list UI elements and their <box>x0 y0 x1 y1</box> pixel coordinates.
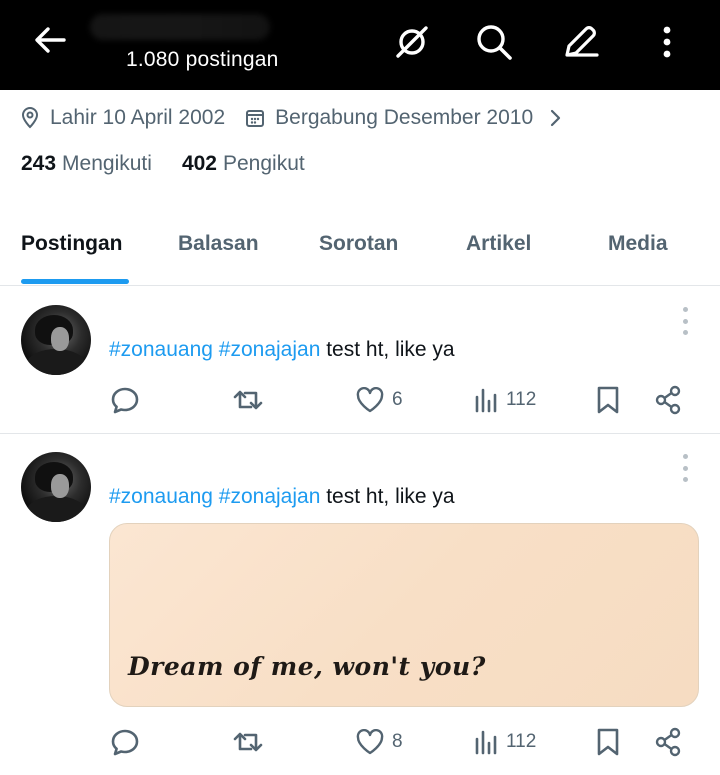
post-actions: 8 112 <box>0 724 720 760</box>
active-tab-indicator <box>21 279 129 284</box>
blurred-display-name <box>90 14 270 40</box>
edit-profile-button[interactable] <box>558 20 602 64</box>
edit-icon <box>565 26 599 57</box>
followers-label: Pengikut <box>222 152 305 175</box>
no-sync-button[interactable] <box>390 20 434 64</box>
post-actions: 6 112 <box>0 382 720 418</box>
like-count: 6 <box>392 389 403 410</box>
repost-icon <box>233 390 263 410</box>
views-chart-icon <box>475 730 497 755</box>
join-date: Bergabung Desember 2010 <box>245 106 533 130</box>
birth-date: Lahir 10 April 2002 <box>20 106 225 130</box>
post-item[interactable]: #zonauang #zonajajan test ht, like ya Dr… <box>0 434 720 775</box>
views-button[interactable]: 112 <box>474 724 536 760</box>
views-button[interactable]: 112 <box>474 382 536 418</box>
expand-meta-button[interactable] <box>549 108 561 128</box>
birth-date-text: Lahir 10 April 2002 <box>50 106 226 129</box>
hashtag-link[interactable]: #zonauang <box>109 485 213 508</box>
join-date-text: Bergabung Desember 2010 <box>275 106 534 129</box>
heart-icon <box>356 729 384 755</box>
share-button[interactable] <box>654 724 682 760</box>
avatar[interactable] <box>21 305 91 375</box>
following-link[interactable]: 243 Mengikuti <box>21 152 152 176</box>
media-quote-text: Dream of me, won't you? <box>128 652 486 681</box>
tab-media[interactable]: Media <box>608 232 668 256</box>
followers-count: 402 <box>181 152 217 175</box>
search-icon <box>477 25 512 60</box>
more-options-button[interactable] <box>645 20 689 64</box>
profile-meta-row: Lahir 10 April 2002 Bergabung Desember 2… <box>20 100 561 136</box>
view-count: 112 <box>506 389 537 410</box>
view-count: 112 <box>506 731 537 752</box>
views-chart-icon <box>475 388 497 413</box>
profile-tabs: Postingan Balasan Sorotan Artikel Media <box>0 220 720 286</box>
share-icon <box>655 727 681 757</box>
reply-icon <box>111 729 139 756</box>
tab-balasan[interactable]: Balasan <box>178 232 259 256</box>
post-text: #zonauang #zonajajan test ht, like ya <box>109 485 455 509</box>
share-icon <box>655 385 681 415</box>
tab-artikel[interactable]: Artikel <box>466 232 531 256</box>
like-button[interactable]: 6 <box>356 382 403 418</box>
search-button[interactable] <box>472 20 516 64</box>
share-button[interactable] <box>654 382 682 418</box>
hashtag-link[interactable]: #zonajajan <box>219 338 321 361</box>
bookmark-icon <box>597 728 619 756</box>
tab-sorotan[interactable]: Sorotan <box>319 232 398 256</box>
bookmark-button[interactable] <box>596 382 620 418</box>
post-item[interactable]: #zonauang #zonajajan test ht, like ya 6 … <box>0 287 720 434</box>
hashtag-link[interactable]: #zonauang <box>109 338 213 361</box>
like-button[interactable]: 8 <box>356 724 403 760</box>
post-body-text: test ht, like ya <box>320 485 455 508</box>
more-vertical-icon <box>663 26 671 58</box>
post-media-image[interactable]: Dream of me, won't you? <box>109 523 699 707</box>
post-more-button[interactable] <box>676 307 694 335</box>
chevron-right-icon <box>551 109 561 127</box>
followers-link[interactable]: 402 Pengikut <box>182 152 305 176</box>
post-text: #zonauang #zonajajan test ht, like ya <box>109 338 455 362</box>
bookmark-icon <box>597 386 619 414</box>
following-count: 243 <box>21 152 57 175</box>
back-button[interactable] <box>30 22 70 58</box>
profile-header-bar: 1.080 postingan <box>0 0 720 90</box>
location-pin-icon <box>21 107 39 129</box>
reply-button[interactable] <box>110 382 140 418</box>
like-count: 8 <box>392 731 403 752</box>
bookmark-button[interactable] <box>596 724 620 760</box>
header-post-count: 1.080 postingan <box>126 48 279 71</box>
heart-icon <box>356 387 384 413</box>
post-more-button[interactable] <box>676 454 694 482</box>
hashtag-link[interactable]: #zonajajan <box>219 485 321 508</box>
tab-postingan[interactable]: Postingan <box>21 232 123 256</box>
reply-icon <box>111 387 139 414</box>
back-arrow-icon <box>35 27 66 53</box>
no-sync-icon <box>396 26 428 58</box>
following-label: Mengikuti <box>62 152 152 175</box>
post-body-text: test ht, like ya <box>320 338 455 361</box>
follow-stats: 243 Mengikuti 402 Pengikut <box>21 152 305 176</box>
avatar[interactable] <box>21 452 91 522</box>
repost-button[interactable] <box>232 724 264 760</box>
calendar-icon <box>246 110 265 127</box>
repost-icon <box>233 732 263 752</box>
reply-button[interactable] <box>110 724 140 760</box>
repost-button[interactable] <box>232 382 264 418</box>
